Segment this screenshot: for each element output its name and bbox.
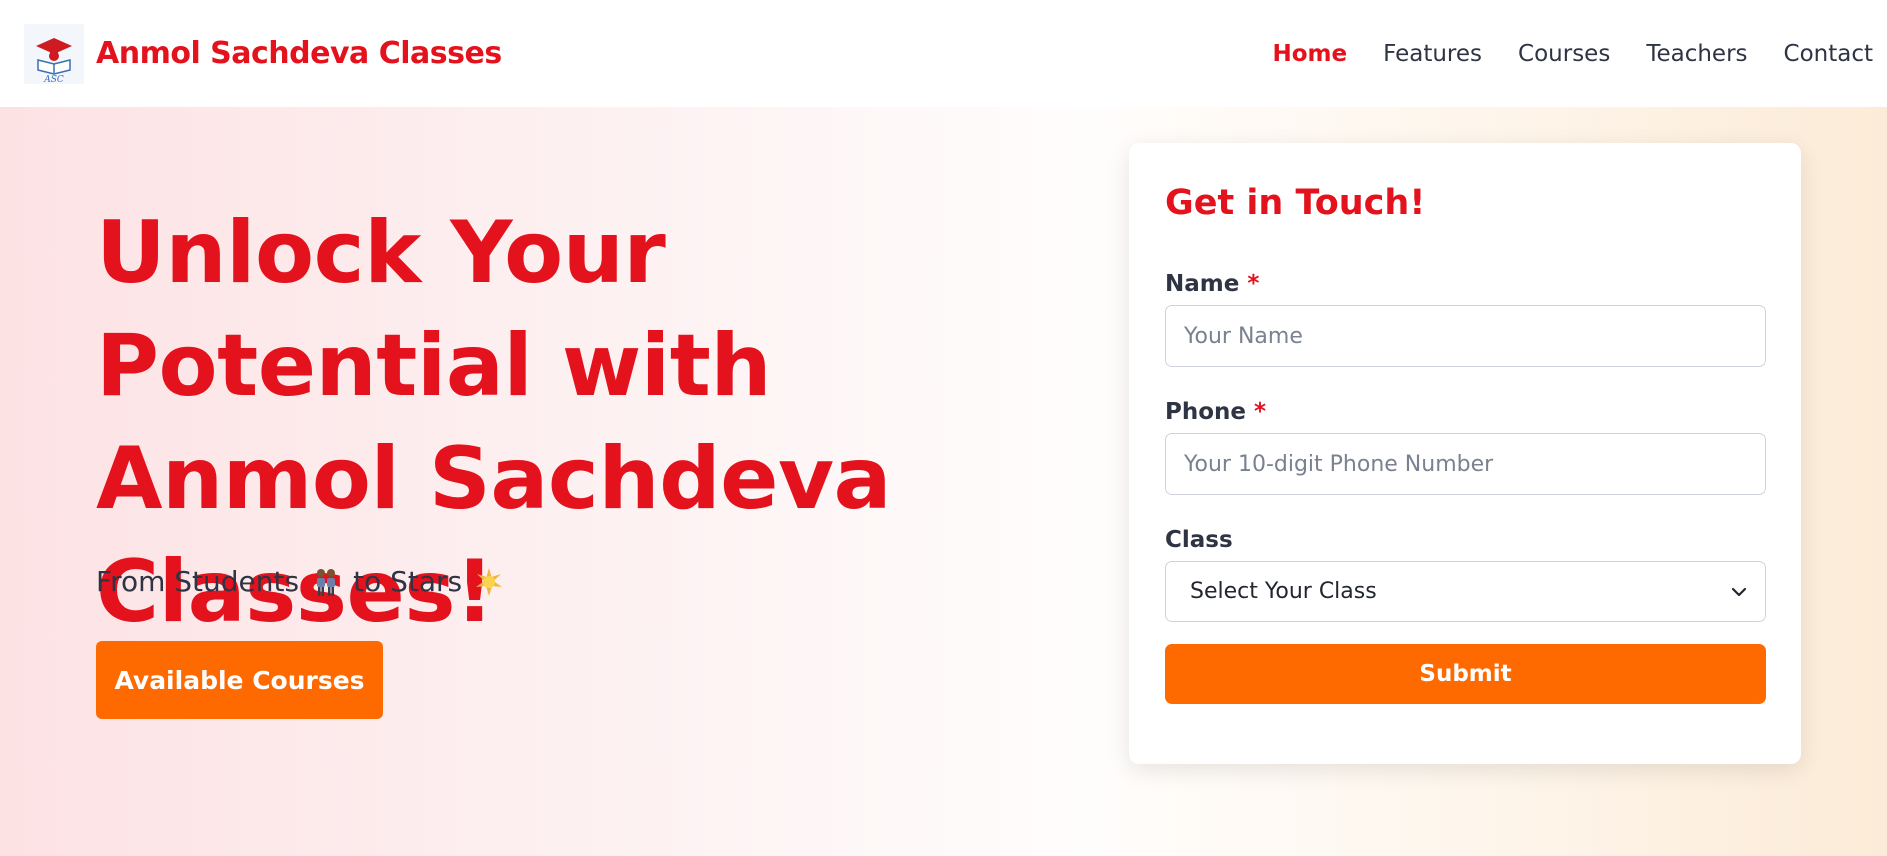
nav-courses[interactable]: Courses [1518,41,1610,67]
name-input[interactable] [1165,305,1766,367]
navbar: ASC Anmol Sachdeva Classes Home Features… [0,0,1887,107]
nav-teachers[interactable]: Teachers [1646,41,1747,67]
contact-form-card: Get in Touch! Name * Phone * Class Selec… [1129,143,1801,764]
phone-label: Phone * [1165,399,1267,425]
logo-icon: ASC [24,23,84,84]
hero-section: Unlock Your Potential with Anmol Sachdev… [0,107,1887,856]
students-icon [317,568,336,596]
class-select[interactable]: Select Your Class [1165,561,1766,622]
name-label: Name * [1165,271,1260,297]
hero-subtitle-text-1: From Students [96,565,300,598]
hero-subtitle: From Students to Stars [96,565,516,598]
main-nav: Home Features Courses Teachers Contact [1237,0,1874,107]
brand-name: Anmol Sachdeva Classes [96,36,502,71]
class-label: Class [1165,527,1233,553]
form-title: Get in Touch! [1165,183,1426,223]
nav-contact[interactable]: Contact [1784,41,1873,67]
submit-button[interactable]: Submit [1165,644,1766,704]
required-marker: * [1247,271,1260,297]
required-marker: * [1254,399,1267,425]
svg-text:ASC: ASC [43,75,64,84]
class-select-value: Select Your Class [1190,579,1377,604]
phone-input[interactable] [1165,433,1766,495]
nav-features[interactable]: Features [1383,41,1482,67]
chevron-down-icon [1731,587,1747,597]
available-courses-button[interactable]: Available Courses [96,641,383,719]
nav-home[interactable]: Home [1273,41,1348,67]
star-icon [476,567,503,596]
hero-subtitle-text-2: to Stars [353,565,463,598]
brand-link[interactable]: ASC Anmol Sachdeva Classes [24,23,502,84]
